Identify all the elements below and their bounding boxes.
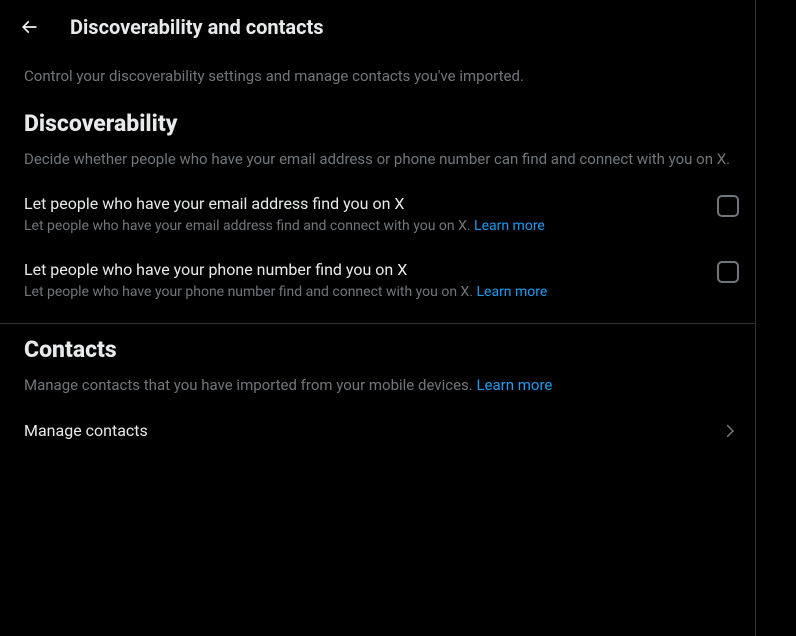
phone-discoverability-checkbox[interactable]: [717, 261, 739, 283]
discoverability-title: Discoverability: [0, 98, 755, 141]
contacts-title: Contacts: [0, 324, 755, 367]
contacts-description: Manage contacts that you have imported f…: [0, 367, 755, 407]
manage-contacts-link[interactable]: Manage contacts: [0, 407, 755, 454]
chevron-right-icon: [721, 422, 739, 440]
phone-discoverability-setting: Let people who have your phone number fi…: [0, 247, 755, 313]
manage-contacts-label: Manage contacts: [24, 421, 148, 440]
email-setting-label: Let people who have your email address f…: [24, 193, 701, 215]
email-learn-more-link[interactable]: Learn more: [474, 218, 545, 234]
page-description: Control your discoverability settings an…: [0, 54, 755, 98]
phone-learn-more-link[interactable]: Learn more: [476, 284, 547, 300]
email-discoverability-checkbox[interactable]: [717, 195, 739, 217]
email-setting-sublabel: Let people who have your email address f…: [24, 217, 701, 235]
arrow-left-icon: [19, 17, 39, 37]
phone-setting-label: Let people who have your phone number fi…: [24, 259, 701, 281]
email-discoverability-setting: Let people who have your email address f…: [0, 181, 755, 247]
discoverability-description: Decide whether people who have your emai…: [0, 141, 755, 181]
contacts-learn-more-link[interactable]: Learn more: [476, 376, 552, 394]
back-button[interactable]: [12, 10, 46, 44]
phone-setting-sublabel: Let people who have your phone number fi…: [24, 283, 701, 301]
page-header: Discoverability and contacts: [0, 0, 755, 54]
page-title: Discoverability and contacts: [70, 15, 324, 39]
